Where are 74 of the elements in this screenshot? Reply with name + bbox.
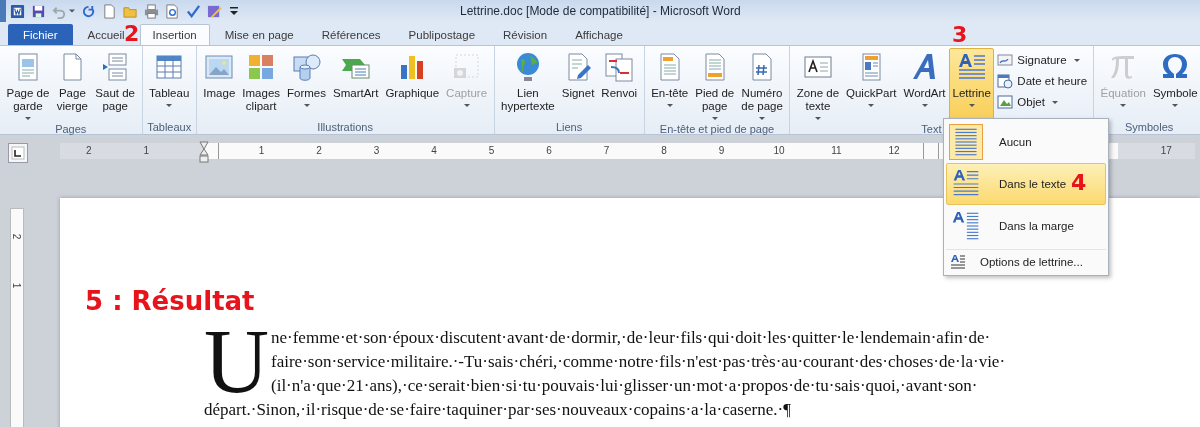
- paragraph-line: faire·son·service·militaire.·-Tu·sais·chéri,·comme·notre·fils·n'est·pas·très·au·courant·des·choses·de·la·vie·: [271, 351, 1007, 373]
- ribbon-button[interactable]: Page vierge: [52, 48, 92, 120]
- new-document-icon[interactable]: [102, 3, 117, 19]
- object-icon: [997, 94, 1014, 110]
- ribbon-button[interactable]: Signet: [558, 48, 598, 120]
- ribbon-button[interactable]: En-tête: [647, 48, 692, 120]
- group-label: En-tête et pied de page: [659, 123, 775, 135]
- menu-item[interactable]: Options de lettrine...: [946, 249, 1106, 273]
- ribbon-tab[interactable]: Affichage: [562, 24, 636, 45]
- group-label: Tableaux: [147, 121, 192, 133]
- ruler-number: 1: [142, 144, 151, 158]
- step-number: 4: [1071, 171, 1087, 195]
- window-title: Lettrine.doc [Mode de compatibilité] - Microsoft Word: [460, 4, 741, 18]
- ribbon-button[interactable]: Tableau: [145, 48, 193, 120]
- group-label: Text: [921, 123, 942, 135]
- ruler-number: 2: [84, 144, 93, 158]
- group-label: Liens: [555, 121, 583, 133]
- cross-reference-icon: [603, 51, 636, 83]
- save-icon[interactable]: [31, 3, 46, 19]
- ribbon-button[interactable]: Page de garde: [3, 48, 53, 123]
- drawing-tool-icon[interactable]: [207, 3, 222, 19]
- indent-marker-icon[interactable]: [199, 141, 209, 163]
- ribbon-button[interactable]: QuickPart: [842, 48, 901, 120]
- redo-icon[interactable]: [81, 3, 96, 19]
- paragraph-line: ne·femme·et·son·époux·discutent·avant·de·dormir,·de·leur·fils·qui·doit·les·quitter·le·lendemain·afin·de·: [271, 327, 992, 349]
- step-number: 2: [124, 22, 140, 46]
- ribbon-button[interactable]: Symbole: [1149, 48, 1200, 120]
- ribbon-button[interactable]: WordArt: [900, 48, 949, 120]
- calendar-clock-icon: [997, 73, 1014, 89]
- word-logo-icon: [10, 3, 25, 19]
- tab-selector-icon[interactable]: [8, 143, 28, 163]
- ribbon-tab[interactable]: Mise en page: [211, 24, 307, 45]
- customize-toolbar-icon[interactable]: [230, 7, 238, 15]
- ribbon-button[interactable]: Graphique: [381, 48, 443, 120]
- ribbon-button[interactable]: Objet: [994, 92, 1091, 112]
- result-heading: 5 : Résultat: [85, 285, 256, 318]
- ribbon-button[interactable]: Pied de page: [691, 48, 738, 123]
- print-preview-icon[interactable]: [165, 3, 180, 19]
- group-label: Illustrations: [317, 121, 373, 133]
- ribbon-button[interactable]: Lien hypertexte: [497, 48, 559, 120]
- ribbon-button[interactable]: Images clipart: [238, 48, 284, 120]
- ribbon-button[interactable]: Renvoi: [597, 48, 641, 120]
- ribbon-button[interactable]: Lettrine: [949, 48, 995, 120]
- ruler-number: 1: [11, 282, 23, 289]
- ribbon-tab[interactable]: Révision: [490, 24, 561, 45]
- file-tab[interactable]: Fichier: [8, 24, 73, 45]
- paragraph-line: départ.·Sinon,·il·risque·de·se·faire·taquiner·par·ses·nouveaux·copains·a·la·caserne.·¶: [204, 399, 792, 421]
- ribbon-tab[interactable]: Publipostage: [395, 24, 489, 45]
- caret-icon[interactable]: [69, 9, 75, 13]
- menu-item[interactable]: Aucun: [946, 121, 1106, 163]
- step-number: 3: [952, 23, 968, 47]
- ribbon-button[interactable]: Saut de page: [91, 48, 139, 120]
- menu-item[interactable]: Dans la marge: [946, 205, 1106, 247]
- ribbon-button[interactable]: Date et heure: [994, 71, 1091, 91]
- group-label: Symboles: [1124, 121, 1174, 133]
- ribbon-button[interactable]: Formes: [283, 48, 330, 120]
- group-label: Pages: [55, 123, 87, 135]
- signature-icon: [997, 52, 1014, 68]
- ruler-number: 2: [11, 233, 23, 240]
- ribbon-button[interactable]: Zone de texte: [793, 48, 843, 123]
- menu-item[interactable]: Dans le texte 4: [946, 163, 1106, 205]
- ribbon-button[interactable]: Numéro de page: [737, 48, 787, 123]
- ribbon-button[interactable]: SmartArt: [329, 48, 382, 120]
- drop-cap: U: [204, 328, 269, 396]
- ribbon-tab[interactable]: Insertion: [139, 24, 210, 45]
- shapes-icon: [290, 51, 323, 83]
- drop-cap-options-icon: [950, 253, 966, 270]
- ribbon-button[interactable]: Signature: [994, 50, 1091, 70]
- spelling-check-icon[interactable]: [186, 3, 201, 19]
- ribbon-tab[interactable]: Références: [308, 24, 394, 45]
- ruler-number: 17: [1159, 144, 1173, 158]
- paragraph-line: (il·n'a·que·21·ans),·ce·serait·bien·si·tu·pouvais·lui·glisser·un·mot·a·propos·de·tu·sais·quoi,·avant·son·: [271, 375, 979, 397]
- ribbon-button[interactable]: Image: [199, 48, 239, 120]
- printer-icon[interactable]: [144, 3, 159, 19]
